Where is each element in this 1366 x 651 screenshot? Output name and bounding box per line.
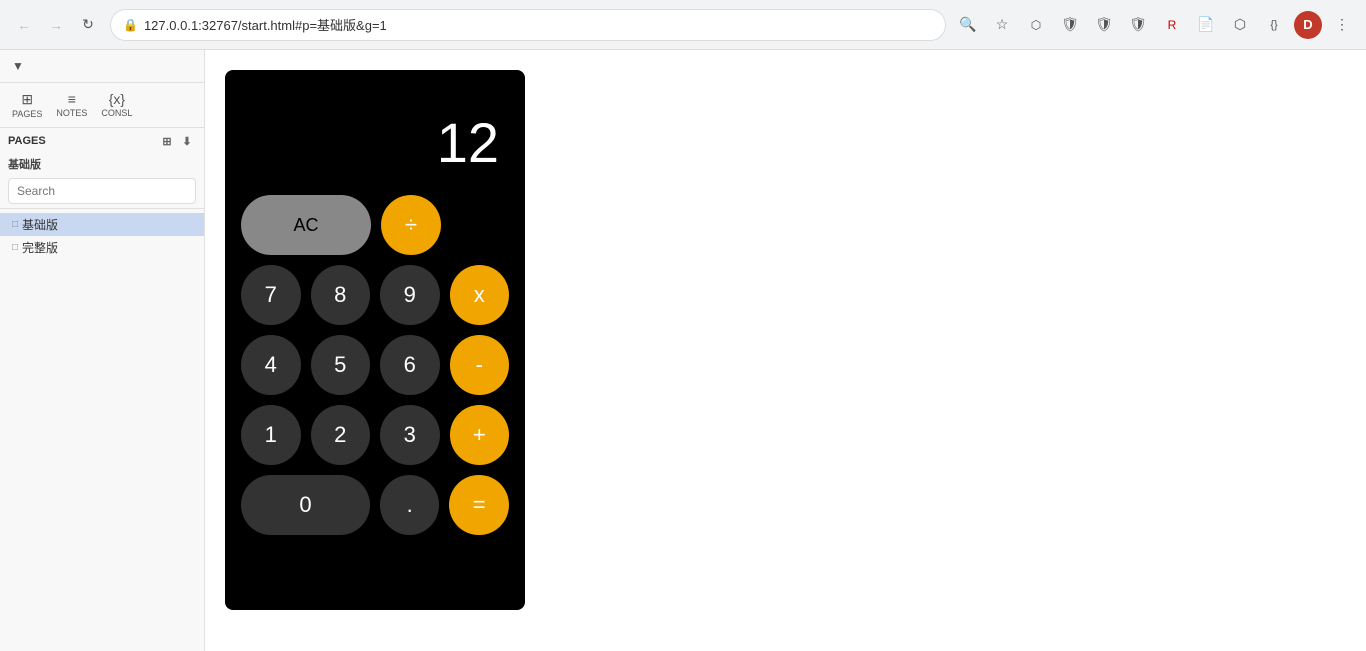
calc-2-button[interactable]: 2	[311, 405, 371, 465]
address-bar[interactable]: 🔒 127.0.0.1:32767/start.html#p=基础版&g=1	[110, 9, 946, 41]
calc-4-button[interactable]: 4	[241, 335, 301, 395]
extension-icon1[interactable]: ⬡	[1022, 11, 1050, 39]
sidebar-header: ▼	[0, 50, 204, 83]
pages-nav-label: PAGES	[12, 109, 42, 119]
page-list: □ 基础版 □ 完整版	[0, 209, 204, 651]
back-button[interactable]: ←	[10, 11, 38, 39]
sidebar: ▼ ⊞ PAGES ≡ NOTES {x} CONSL PAGES ⊞ ⬇	[0, 50, 205, 651]
page-item-basic[interactable]: □ 基础版	[0, 213, 204, 236]
calc-ac-button[interactable]: AC	[241, 195, 371, 255]
url-text: 127.0.0.1:32767/start.html#p=基础版&g=1	[144, 15, 933, 34]
pages-save-button[interactable]: ⊞	[158, 132, 176, 150]
notes-nav-icon: ≡	[68, 91, 76, 107]
extension-icon2[interactable]: 🛡	[1056, 11, 1084, 39]
notes-nav-label: NOTES	[56, 108, 87, 118]
menu-icon[interactable]: ⋮	[1328, 11, 1356, 39]
nav-buttons: ← → ↻	[10, 11, 102, 39]
calc-row-2: 7 8 9 x	[241, 265, 509, 325]
extension-icon6[interactable]: 📄	[1192, 11, 1220, 39]
calc-3-button[interactable]: 3	[380, 405, 440, 465]
sidebar-nav-pages[interactable]: ⊞ PAGES	[6, 87, 48, 123]
calc-row-5: 0 . =	[241, 475, 509, 535]
extension-icon8[interactable]: {}	[1260, 11, 1288, 39]
calc-8-button[interactable]: 8	[311, 265, 371, 325]
calc-row-3: 4 5 6 -	[241, 335, 509, 395]
calculator: 12 AC ÷ 7 8 9 x 4 5	[225, 70, 525, 610]
extension-icon4[interactable]: 🛡	[1124, 11, 1152, 39]
lock-icon: 🔒	[123, 18, 138, 32]
calc-row-4: 1 2 3 +	[241, 405, 509, 465]
extension-icon5[interactable]: R	[1158, 11, 1186, 39]
pages-group-label: 基础版	[0, 154, 204, 174]
console-nav-label: CONSL	[101, 108, 132, 118]
pages-nav-icon: ⊞	[21, 91, 33, 108]
forward-button[interactable]: →	[42, 11, 70, 39]
search-container	[0, 174, 204, 209]
sidebar-nav: ⊞ PAGES ≡ NOTES {x} CONSL	[0, 83, 204, 128]
extension-icon7[interactable]: ⬡	[1226, 11, 1254, 39]
pages-section-header: PAGES ⊞ ⬇	[0, 128, 204, 154]
calc-6-button[interactable]: 6	[380, 335, 440, 395]
calc-display-value: 12	[437, 110, 499, 175]
calc-7-button[interactable]: 7	[241, 265, 301, 325]
calc-equals-button[interactable]: =	[449, 475, 509, 535]
page-label-full: 完整版	[22, 239, 58, 256]
calc-5-button[interactable]: 5	[311, 335, 371, 395]
calc-multiply-button[interactable]: x	[450, 265, 510, 325]
sidebar-nav-notes[interactable]: ≡ NOTES	[50, 87, 93, 123]
calc-buttons: AC ÷ 7 8 9 x 4 5 6 -	[241, 195, 509, 535]
page-item-full[interactable]: □ 完整版	[0, 236, 204, 259]
calc-divide-button[interactable]: ÷	[381, 195, 441, 255]
console-nav-icon: {x}	[109, 91, 125, 107]
main-area: ▼ ⊞ PAGES ≡ NOTES {x} CONSL PAGES ⊞ ⬇	[0, 50, 1366, 651]
pages-actions: ⊞ ⬇	[158, 132, 196, 150]
calc-display: 12	[241, 90, 509, 185]
calc-minus-button[interactable]: -	[450, 335, 510, 395]
sidebar-nav-console[interactable]: {x} CONSL	[95, 87, 138, 123]
pages-section-label: PAGES	[8, 135, 154, 147]
calc-9-button[interactable]: 9	[380, 265, 440, 325]
calc-plus-button[interactable]: +	[450, 405, 510, 465]
calc-1-button[interactable]: 1	[241, 405, 301, 465]
calc-row-1: AC ÷	[241, 195, 509, 255]
toolbar-icons: 🔍 ☆ ⬡ 🛡 🛡 🛡 R 📄 ⬡ {} D ⋮	[954, 11, 1356, 39]
content-area: 12 AC ÷ 7 8 9 x 4 5	[205, 50, 1366, 651]
extension-icon3[interactable]: 🛡	[1090, 11, 1118, 39]
collapse-button[interactable]: ▼	[8, 56, 28, 76]
reload-button[interactable]: ↻	[74, 11, 102, 39]
calc-dot-button[interactable]: .	[380, 475, 440, 535]
page-icon-basic: □	[12, 219, 18, 230]
page-label-basic: 基础版	[22, 216, 58, 233]
search-input[interactable]	[8, 178, 196, 204]
page-icon-full: □	[12, 242, 18, 253]
calc-0-button[interactable]: 0	[241, 475, 370, 535]
pages-more-button[interactable]: ⬇	[178, 132, 196, 150]
profile-avatar[interactable]: D	[1294, 11, 1322, 39]
bookmark-icon[interactable]: ☆	[988, 11, 1016, 39]
browser-chrome: ← → ↻ 🔒 127.0.0.1:32767/start.html#p=基础版…	[0, 0, 1366, 50]
search-icon[interactable]: 🔍	[954, 11, 982, 39]
